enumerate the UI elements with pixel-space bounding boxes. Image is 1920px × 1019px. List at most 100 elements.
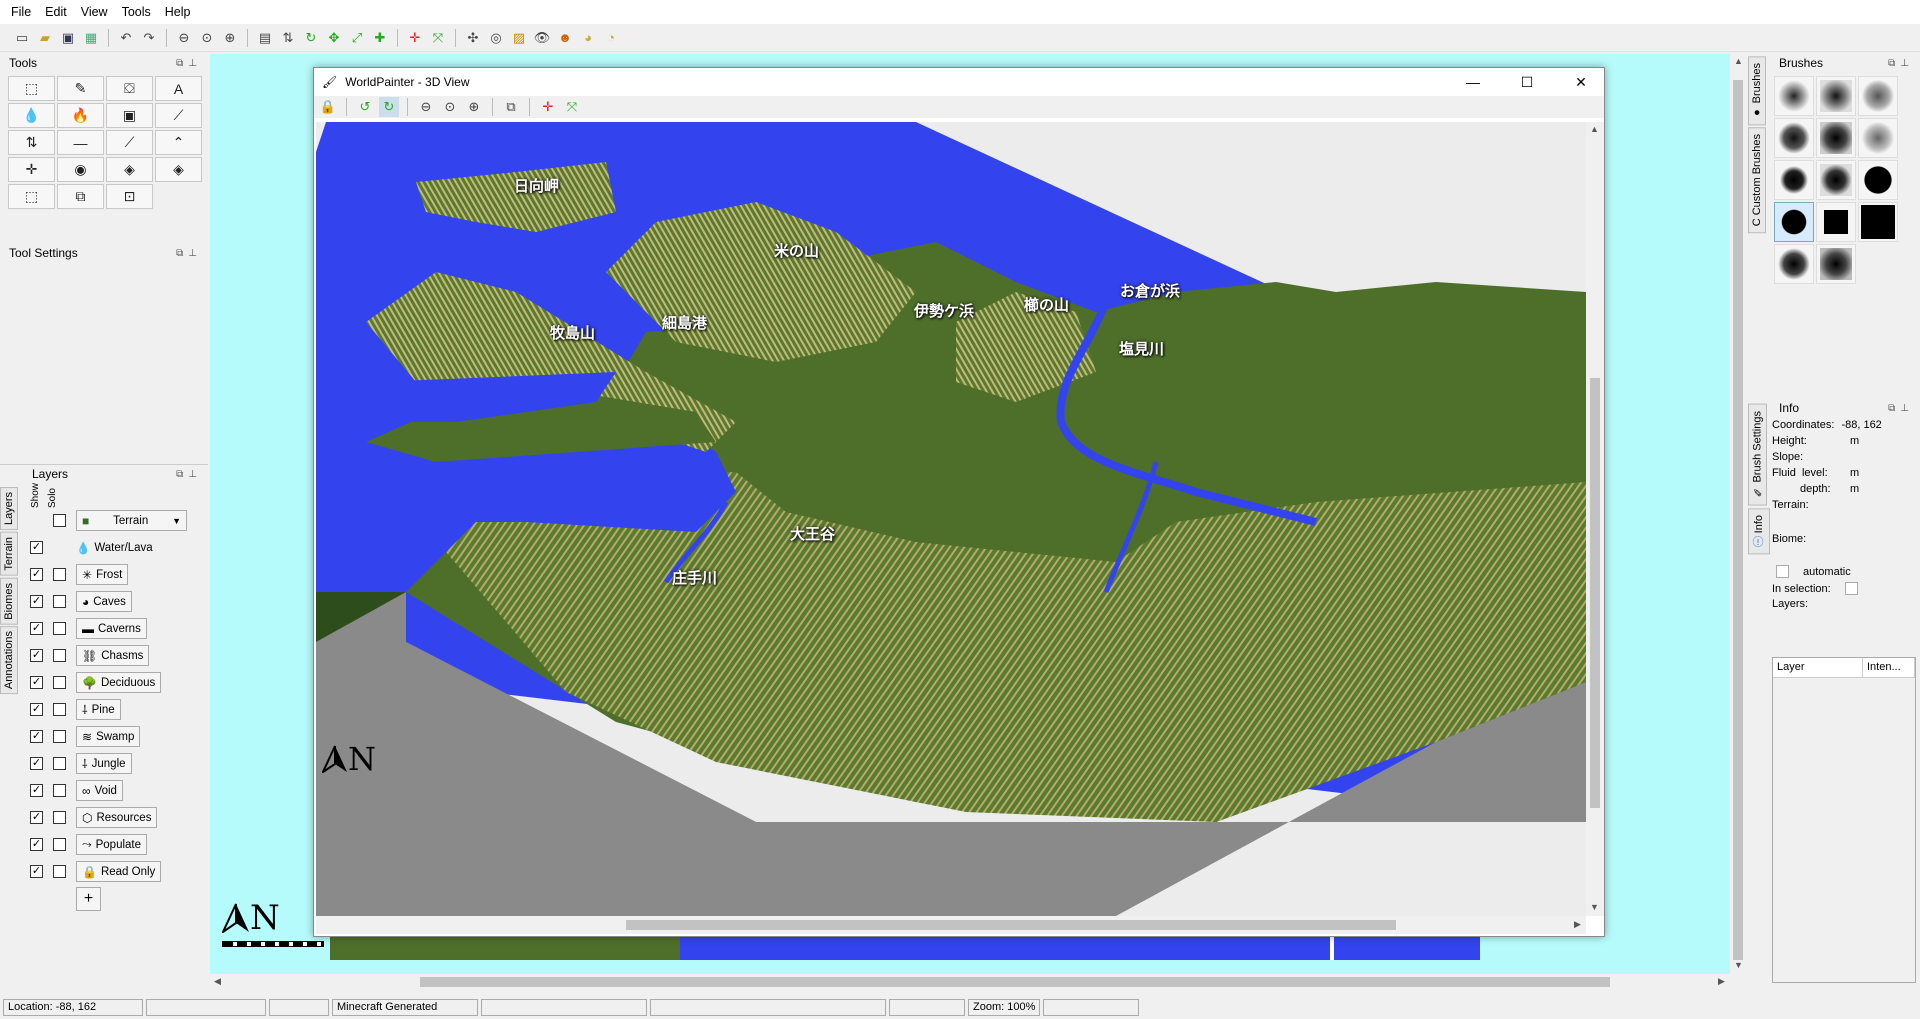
center-icon[interactable]: ✛ <box>405 28 425 48</box>
layer-button-populate[interactable]: ⤳ Populate <box>76 834 148 855</box>
zoom-reset-icon[interactable]: ⊙ <box>440 97 460 117</box>
tab-biomes[interactable]: Biomes <box>0 577 18 625</box>
brush-soft-circle[interactable] <box>1774 76 1814 116</box>
save-icon[interactable]: ▣ <box>58 28 78 48</box>
layer-button-frost[interactable]: ✳ Frost <box>76 564 129 585</box>
layer-show-checkbox[interactable]: ✓ <box>30 541 43 554</box>
tab-terrain[interactable]: Terrain <box>0 532 18 576</box>
dimension-icon[interactable]: ▤ <box>255 28 275 48</box>
maximize-button[interactable]: ☐ <box>1504 74 1550 91</box>
panel-float-pin-icon[interactable]: ⧉⊥ <box>176 58 202 69</box>
rotate-right-icon[interactable]: ↻ <box>379 97 399 117</box>
layer-button-deciduous[interactable]: 🌳 Deciduous <box>76 672 162 693</box>
layer-button-swamp[interactable]: ≋ Swamp <box>76 726 141 747</box>
slope-icon[interactable]: ⟋ <box>106 130 153 155</box>
layer-button-caverns[interactable]: ▬ Caverns <box>76 618 147 639</box>
map-vertical-scrollbar[interactable]: ▲ ▼ <box>1730 54 1746 974</box>
brush-noise-circle[interactable] <box>1858 76 1898 116</box>
pencil-icon[interactable]: ✎ <box>57 76 104 101</box>
smooth-icon[interactable]: ✛ <box>8 157 55 182</box>
menu-edit[interactable]: Edit <box>38 5 74 19</box>
layer-solo-checkbox[interactable] <box>53 811 66 824</box>
selection-icon[interactable]: ⬚ <box>8 184 55 209</box>
tab-info[interactable]: ⓘ Info <box>1748 507 1770 554</box>
layer-column-header[interactable]: Layer <box>1773 658 1863 677</box>
zoom-out-icon[interactable]: ⊖ <box>416 97 436 117</box>
lock-icon[interactable]: 🔒 <box>318 97 338 117</box>
layer-solo-checkbox[interactable] <box>53 595 66 608</box>
layer-show-checkbox[interactable]: ✓ <box>30 757 43 770</box>
layer-solo-checkbox[interactable] <box>53 784 66 797</box>
map-horizontal-scrollbar[interactable]: ◀ ▶ <box>210 974 1730 990</box>
fill-icon[interactable]: ⛋ <box>106 76 153 101</box>
layer-show-checkbox[interactable]: ✓ <box>30 568 43 581</box>
zoom-out-icon[interactable]: ⊖ <box>174 28 194 48</box>
layer-button-caves[interactable]: ◕ Caves <box>76 591 132 612</box>
layer-solo-checkbox[interactable] <box>53 649 66 662</box>
cog-icon[interactable]: ◔ <box>601 28 621 48</box>
tab-custom-brushes[interactable]: C Custom Brushes <box>1748 127 1766 234</box>
level-icon[interactable]: — <box>57 130 104 155</box>
menu-file[interactable]: File <box>4 5 38 19</box>
layer-show-checkbox[interactable]: ✓ <box>30 595 43 608</box>
view3d-vertical-scrollbar[interactable]: ▲ ▼ <box>1586 122 1604 916</box>
pyramid2-icon[interactable]: ◈ <box>155 157 202 182</box>
tab-brush-settings[interactable]: ✎ Brush Settings <box>1748 404 1767 506</box>
scale-icon[interactable]: ⤢ <box>347 28 367 48</box>
close-button[interactable]: ✕ <box>1558 74 1604 91</box>
view3d-render[interactable]: 日向岬 米の山 細島港 牧島山 伊勢ケ浜 櫛の山 お倉が浜 塩見川 大王谷 庄手川 N <box>316 122 1586 916</box>
brush-solid-circle-selected[interactable] <box>1774 202 1814 242</box>
brush-spiky-circle[interactable] <box>1774 244 1814 284</box>
layer-solo-checkbox[interactable] <box>53 757 66 770</box>
mountain-icon[interactable]: ◉ <box>57 157 104 182</box>
open-icon[interactable]: ▰ <box>35 28 55 48</box>
undo-icon[interactable]: ↶ <box>116 28 136 48</box>
layer-solo-checkbox[interactable] <box>53 730 66 743</box>
brush-medium-square[interactable] <box>1816 118 1856 158</box>
brush-hard-circle-small[interactable] <box>1774 160 1814 200</box>
zoom-in-icon[interactable]: ⊕ <box>464 97 484 117</box>
layer-show-checkbox[interactable]: ✓ <box>30 649 43 662</box>
fit-icon[interactable]: ⤧ <box>562 97 582 117</box>
layer-show-checkbox[interactable]: ✓ <box>30 730 43 743</box>
layer-solo-checkbox[interactable] <box>53 568 66 581</box>
menu-help[interactable]: Help <box>158 5 198 19</box>
panel-float-pin-icon[interactable]: ⧉⊥ <box>1888 58 1914 69</box>
layer-show-checkbox[interactable]: ✓ <box>30 676 43 689</box>
eye-icon[interactable]: 👁 <box>532 28 552 48</box>
menu-view[interactable]: View <box>74 5 115 19</box>
view3d-horizontal-scrollbar[interactable]: ▶ <box>316 916 1586 934</box>
add-layer-button[interactable]: + <box>76 887 101 911</box>
in-selection-checkbox[interactable] <box>1844 582 1858 595</box>
panel-float-pin-icon[interactable]: ⧉⊥ <box>176 469 202 480</box>
zoom-reset-icon[interactable]: ⊙ <box>197 28 217 48</box>
rotate-icon[interactable]: ↻ <box>301 28 321 48</box>
layer-show-checkbox[interactable]: ✓ <box>30 865 43 878</box>
layer-show-checkbox[interactable]: ✓ <box>30 703 43 716</box>
terrain-select[interactable]: ■ Terrain ▼ <box>76 510 187 531</box>
raise-icon[interactable]: ⌃ <box>155 130 202 155</box>
tab-annotations[interactable]: Annotations <box>0 626 18 695</box>
terrain-solo-checkbox[interactable] <box>53 514 66 527</box>
layer-button-water-lava[interactable]: 💧 Water/Lava <box>76 541 153 555</box>
new-icon[interactable]: ▭ <box>12 28 32 48</box>
select-icon[interactable]: ⬚ <box>8 76 55 101</box>
panel-float-pin-icon[interactable]: ⧉⊥ <box>1888 403 1914 414</box>
sponge-icon[interactable]: ▣ <box>106 103 153 128</box>
shift-icon[interactable]: ✥ <box>324 28 344 48</box>
brush-hard-square-small[interactable] <box>1816 160 1856 200</box>
move-icon[interactable]: ✣ <box>463 28 483 48</box>
pyramid-icon[interactable]: ◈ <box>106 157 153 182</box>
tab-brushes[interactable]: ● Brushes <box>1748 56 1766 126</box>
user-icon[interactable]: ☻ <box>555 28 575 48</box>
tab-layers[interactable]: Layers <box>0 487 18 531</box>
layer-show-checkbox[interactable]: ✓ <box>30 784 43 797</box>
image-icon[interactable]: ▨ <box>509 28 529 48</box>
dropper-icon[interactable]: ⟋ <box>155 103 202 128</box>
text-icon[interactable]: A <box>155 76 202 101</box>
add-tiles-icon[interactable]: ✚ <box>370 28 390 48</box>
export-icon[interactable]: ▦ <box>81 28 101 48</box>
layer-button-read-only[interactable]: 🔒 Read Only <box>76 861 162 882</box>
layer-show-checkbox[interactable]: ✓ <box>30 811 43 824</box>
copy-selection-icon[interactable]: ⧉ <box>57 184 104 209</box>
